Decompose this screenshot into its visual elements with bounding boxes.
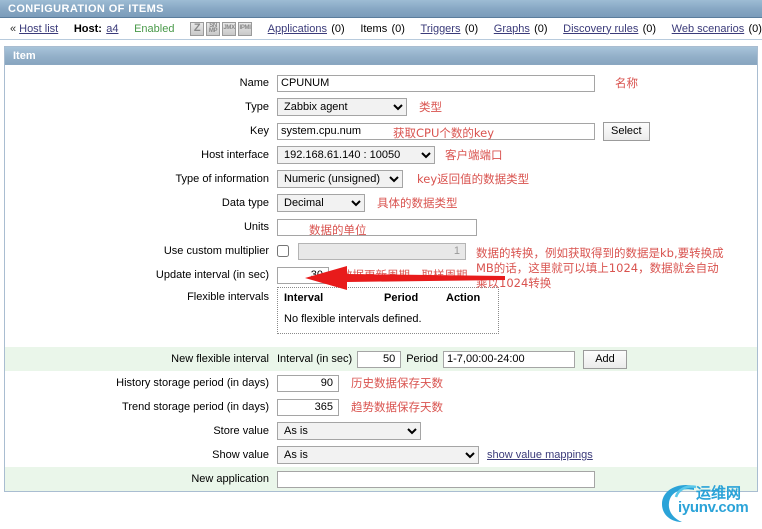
monitoring-type-icons: Z SN MP JMX IPMI bbox=[190, 21, 253, 36]
form-row-new-application: New application bbox=[5, 467, 757, 491]
name-input[interactable] bbox=[277, 74, 595, 92]
name-annotation: 名称 bbox=[615, 76, 638, 90]
host-interface-annotation: 客户端端口 bbox=[445, 148, 503, 162]
key-input[interactable] bbox=[277, 122, 595, 140]
form-row-host-interface: Host interface 192.168.61.140 : 10050 客户… bbox=[5, 143, 757, 167]
tab-discovery-rules-count: (0) bbox=[642, 22, 657, 35]
tab-graphs[interactable]: Graphs bbox=[494, 23, 530, 35]
flexible-intervals-table: Interval Period Action No flexible inter… bbox=[277, 287, 499, 334]
units-input[interactable] bbox=[277, 218, 477, 236]
form-row-units: Units 数据的单位 bbox=[5, 215, 757, 239]
page-title-bar: CONFIGURATION OF ITEMS bbox=[0, 0, 762, 18]
flexible-intervals-empty-text: No flexible intervals defined. bbox=[284, 313, 422, 325]
form-row-type-of-information: Type of information Numeric (unsigned) k… bbox=[5, 167, 757, 191]
show-value-mappings-link[interactable]: show value mappings bbox=[487, 449, 593, 461]
show-value-label: Show value bbox=[212, 449, 269, 461]
new-flexible-interval-label: New flexible interval bbox=[171, 353, 269, 365]
tab-items-count: (0) bbox=[391, 22, 405, 35]
add-flexible-interval-button[interactable]: Add bbox=[583, 349, 627, 369]
type-of-information-select[interactable]: Numeric (unsigned) bbox=[277, 170, 403, 188]
key-select-button[interactable]: Select bbox=[603, 121, 650, 141]
ipmi-icon: IPMI bbox=[238, 21, 253, 36]
breadcrumb-nav: « Host list Host: a4 Enabled Z SN MP JMX… bbox=[0, 18, 762, 40]
tab-triggers-count: (0) bbox=[464, 22, 479, 35]
type-label: Type bbox=[245, 101, 269, 113]
item-panel-header: Item bbox=[5, 47, 757, 65]
snmp-icon: SN MP bbox=[206, 21, 221, 36]
col-action: Action bbox=[446, 292, 481, 304]
multiplier-annotation-line-2: MB的话，这里就可以填上1024，数据就会自动 bbox=[476, 261, 719, 275]
multiplier-annotation-line-3: 乘以1024转换 bbox=[476, 276, 552, 290]
tab-web-scenarios[interactable]: Web scenarios bbox=[672, 23, 745, 35]
multiplier-annotation: 数据的转换，例如获取得到的数据是kb,要转换成 MB的话，这里就可以填上1024… bbox=[476, 246, 724, 291]
history-label: History storage period (in days) bbox=[116, 377, 269, 389]
flexible-intervals-header: Interval Period Action bbox=[284, 292, 492, 304]
back-chevron-icon: « bbox=[10, 22, 17, 35]
form-row-type: Type Zabbix agent 类型 bbox=[5, 95, 757, 119]
tab-discovery-rules[interactable]: Discovery rules bbox=[563, 23, 638, 35]
host-interface-select[interactable]: 192.168.61.140 : 10050 bbox=[277, 146, 435, 164]
form-row-trends: Trend storage period (in days) 趋势数据保存天数 bbox=[5, 395, 757, 419]
history-annotation: 历史数据保存天数 bbox=[351, 376, 443, 390]
trends-annotation: 趋势数据保存天数 bbox=[351, 400, 443, 414]
col-interval: Interval bbox=[284, 292, 324, 304]
col-period: Period bbox=[384, 292, 419, 304]
new-interval-period-label: Period bbox=[406, 353, 438, 365]
type-select[interactable]: Zabbix agent bbox=[277, 98, 407, 116]
type-of-information-annotation: key返回值的数据类型 bbox=[417, 172, 530, 186]
name-label: Name bbox=[239, 77, 269, 89]
use-custom-multiplier-label: Use custom multiplier bbox=[163, 245, 269, 257]
form-row-show-value: Show value As is show value mappings bbox=[5, 443, 757, 467]
flexible-intervals-label: Flexible intervals bbox=[187, 291, 269, 303]
custom-multiplier-input[interactable] bbox=[298, 242, 466, 260]
form-row-flexible-intervals: Flexible intervals Interval Period Actio… bbox=[5, 287, 757, 347]
new-application-label: New application bbox=[191, 473, 269, 485]
tab-web-scenarios-count: (0) bbox=[748, 22, 762, 35]
update-interval-input[interactable] bbox=[277, 266, 329, 284]
units-label: Units bbox=[243, 221, 269, 233]
show-value-select[interactable]: As is bbox=[277, 446, 479, 464]
new-application-input[interactable] bbox=[277, 470, 595, 488]
update-interval-annotation: 数据更新周期，取样周期 bbox=[341, 268, 468, 282]
item-panel-title: Item bbox=[13, 49, 36, 62]
trends-label: Trend storage period (in days) bbox=[122, 401, 269, 413]
host-interface-label: Host interface bbox=[201, 149, 269, 161]
tab-items: Items bbox=[360, 22, 388, 35]
tab-applications-count: (0) bbox=[331, 22, 345, 35]
new-interval-sec-label: Interval (in sec) bbox=[277, 353, 353, 365]
use-custom-multiplier-checkbox[interactable] bbox=[277, 245, 289, 257]
update-interval-label: Update interval (in sec) bbox=[155, 269, 269, 281]
store-value-select[interactable]: As is bbox=[277, 422, 421, 440]
jmx-icon: JMX bbox=[222, 21, 237, 36]
zabbix-agent-icon: Z bbox=[190, 21, 205, 36]
history-input[interactable] bbox=[277, 374, 339, 392]
host-name-link[interactable]: a4 bbox=[106, 23, 118, 35]
host-status-badge: Enabled bbox=[134, 22, 175, 35]
form-row-key: Key 获取CPU个数的key Select bbox=[5, 119, 757, 143]
data-type-label: Data type bbox=[221, 197, 269, 209]
tab-applications[interactable]: Applications bbox=[268, 23, 327, 35]
host-label: Host: bbox=[73, 22, 102, 35]
page-title: CONFIGURATION OF ITEMS bbox=[8, 2, 164, 15]
trends-input[interactable] bbox=[277, 398, 339, 416]
type-of-information-label: Type of information bbox=[175, 173, 269, 185]
key-label: Key bbox=[250, 125, 269, 137]
host-list-link[interactable]: Host list bbox=[19, 23, 58, 35]
form-row-data-type: Data type Decimal 具体的数据类型 bbox=[5, 191, 757, 215]
data-type-select[interactable]: Decimal bbox=[277, 194, 365, 212]
new-interval-sec-input[interactable] bbox=[357, 350, 402, 368]
tab-triggers[interactable]: Triggers bbox=[421, 23, 461, 35]
data-type-annotation: 具体的数据类型 bbox=[377, 196, 458, 210]
watermark-en-text: iyunv.com bbox=[678, 499, 749, 516]
type-annotation: 类型 bbox=[419, 100, 442, 114]
tab-graphs-count: (0) bbox=[534, 22, 548, 35]
form-row-new-flexible-interval: New flexible interval Interval (in sec) … bbox=[5, 347, 757, 371]
form-row-name: Name 名称 bbox=[5, 71, 757, 95]
new-interval-period-input[interactable] bbox=[443, 350, 575, 368]
form-row-store-value: Store value As is bbox=[5, 419, 757, 443]
multiplier-annotation-line-1: 数据的转换，例如获取得到的数据是kb,要转换成 bbox=[476, 246, 724, 260]
form-row-history: History storage period (in days) 历史数据保存天… bbox=[5, 371, 757, 395]
store-value-label: Store value bbox=[213, 425, 269, 437]
